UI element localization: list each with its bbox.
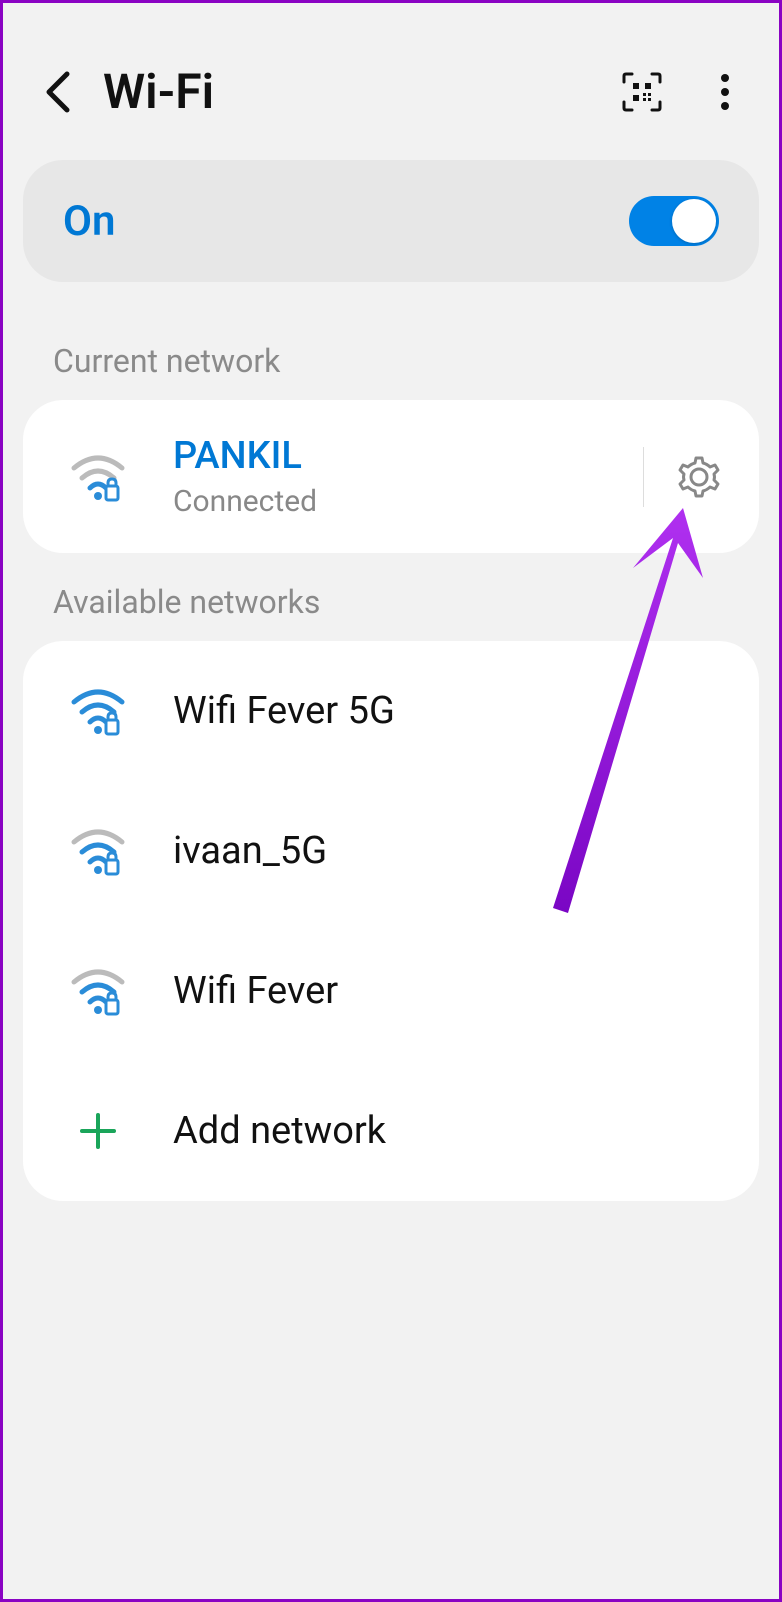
add-network-row[interactable]: Add network [23,1061,759,1201]
current-network-text: PANKIL Connected [173,434,633,519]
network-name: Wifi Fever 5G [173,689,729,733]
plus-icon [53,1109,143,1153]
network-text: Wifi Fever 5G [173,689,729,733]
qr-icon [620,70,664,114]
chevron-left-icon [43,70,73,114]
network-text: ivaan_5G [173,829,729,873]
network-name: Wifi Fever [173,969,729,1013]
network-name: ivaan_5G [173,829,729,873]
current-network-section-label: Current network [53,342,779,380]
available-networks-card: Wifi Fever 5G ivaan_5G [23,641,759,1201]
current-network-name: PANKIL [173,434,633,478]
qr-scan-button[interactable] [618,68,666,116]
network-row[interactable]: Wifi Fever [23,921,759,1061]
network-row[interactable]: Wifi Fever 5G [23,641,759,781]
current-network-status: Connected [173,484,633,519]
header: Wi-Fi [3,3,779,160]
wifi-signal-icon [53,686,143,736]
current-network-row[interactable]: PANKIL Connected [23,400,759,553]
wifi-toggle-card: On [23,160,759,282]
page-title: Wi-Fi [103,63,618,120]
header-actions [618,68,749,116]
wifi-signal-icon [53,966,143,1016]
network-text: Wifi Fever [173,969,729,1013]
wifi-signal-icon [53,826,143,876]
add-network-label: Add network [173,1109,729,1153]
wifi-toggle-label: On [63,197,115,246]
wifi-signal-icon [53,452,143,502]
more-vertical-icon [719,70,731,114]
network-row[interactable]: ivaan_5G [23,781,759,921]
wifi-toggle-switch[interactable] [629,196,719,246]
back-button[interactable] [33,67,83,117]
current-network-card: PANKIL Connected [23,400,759,553]
network-settings-button[interactable] [669,447,729,507]
gear-icon [674,452,724,502]
available-networks-section-label: Available networks [53,583,779,621]
divider [643,447,644,507]
add-network-text: Add network [173,1109,729,1153]
more-options-button[interactable] [701,68,749,116]
